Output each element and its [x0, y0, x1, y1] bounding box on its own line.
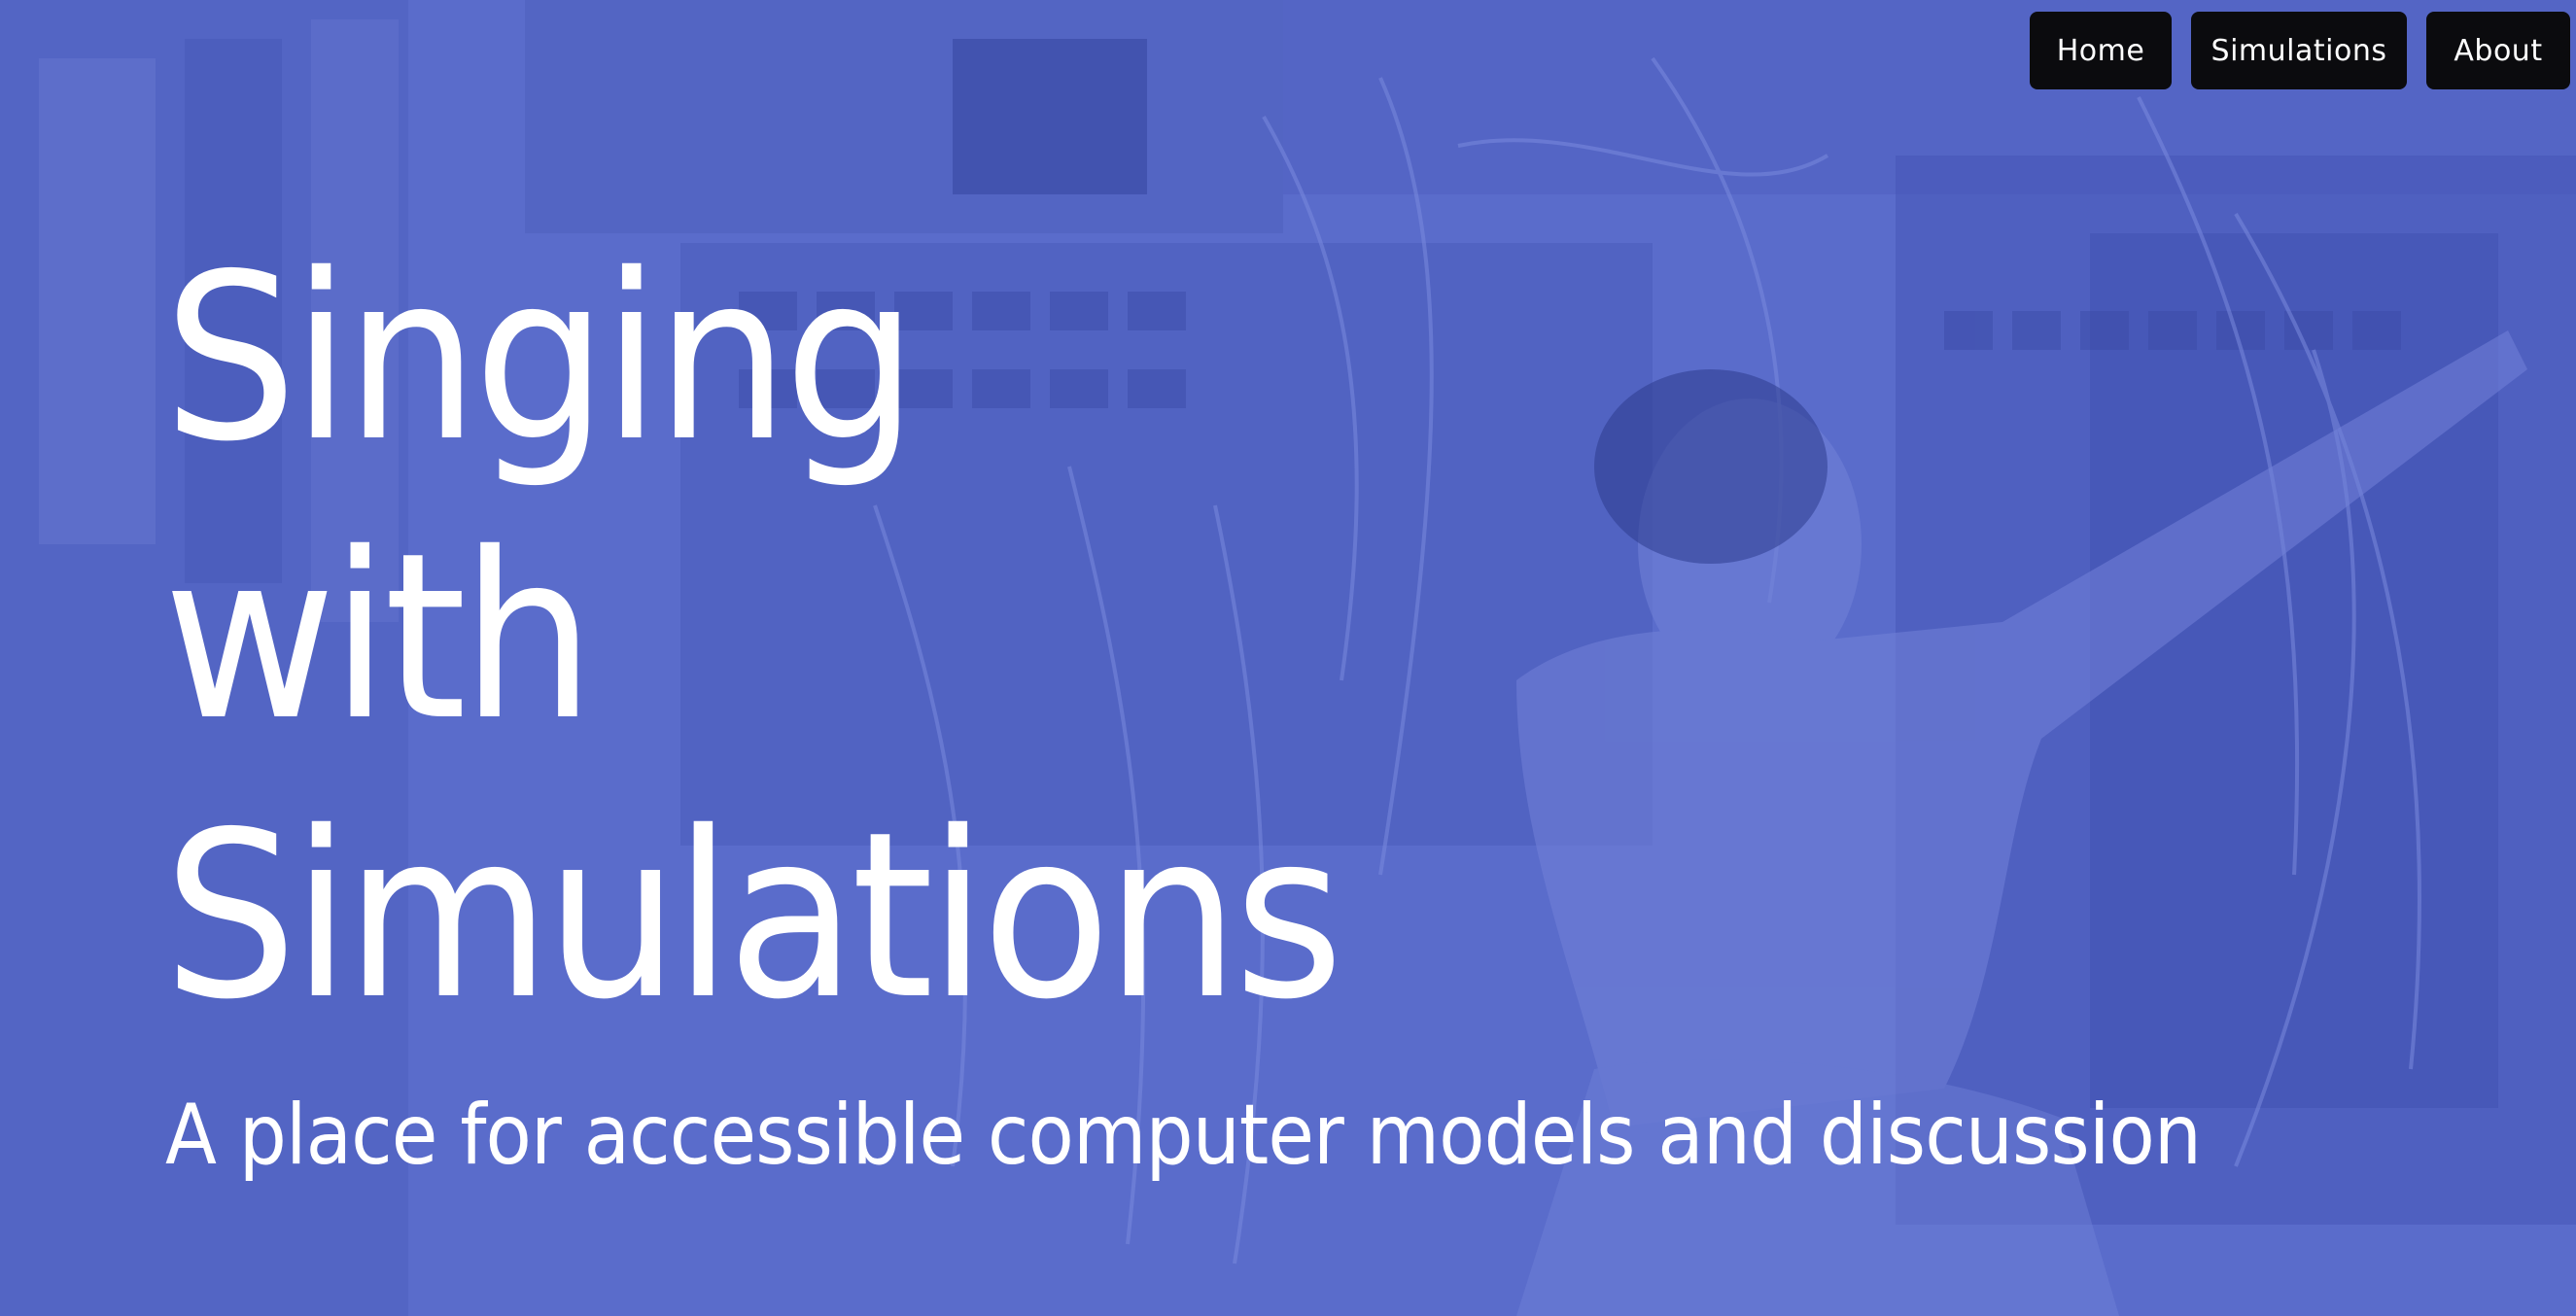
- page-subtitle: A place for accessible computer models a…: [165, 1087, 2202, 1184]
- page-title-line-1: Singing: [163, 225, 918, 492]
- page-title-line-2: with: [163, 503, 595, 771]
- nav-about-button[interactable]: About: [2426, 12, 2570, 89]
- page-title: Singing with Simulations: [163, 219, 1343, 1056]
- top-navigation: Home Simulations About: [2030, 12, 2570, 89]
- nav-simulations-button[interactable]: Simulations: [2191, 12, 2407, 89]
- hero-section: Home Simulations About Singing with Simu…: [0, 0, 2576, 1316]
- page-title-line-3: Simulations: [163, 782, 1343, 1050]
- nav-home-button[interactable]: Home: [2030, 12, 2172, 89]
